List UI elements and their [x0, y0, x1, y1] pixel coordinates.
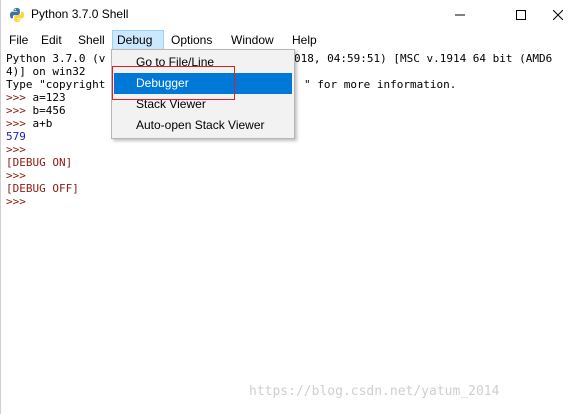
prompt: >>>	[6, 143, 26, 156]
menu-item-auto-open-stack-viewer[interactable]: Auto-open Stack Viewer	[114, 115, 292, 136]
debug-status: [DEBUG OFF]	[6, 182, 79, 195]
result-output: 579	[6, 130, 26, 143]
prompt: >>>	[6, 91, 33, 104]
banner-help-left: Type "copyright	[6, 78, 106, 91]
debug-status: [DEBUG ON]	[6, 156, 73, 169]
console-line: >>> a=123	[6, 91, 66, 104]
input-code: a=123	[32, 91, 66, 104]
banner-left: Python 3.7.0 (v	[6, 52, 106, 65]
maximize-icon	[516, 10, 526, 20]
menu-file[interactable]: File	[5, 30, 32, 50]
menu-shell[interactable]: Shell	[74, 30, 109, 50]
menu-edit[interactable]: Edit	[37, 30, 66, 50]
menu-help[interactable]: Help	[288, 30, 321, 50]
window-title: Python 3.7.0 Shell	[31, 7, 129, 21]
console-line: 018, 04:59:51) [MSC v.1914 64 bit (AMD6	[294, 52, 552, 65]
console-line: >>> a+b	[6, 117, 52, 130]
menu-debug[interactable]: Debug	[112, 30, 164, 50]
minimize-icon	[455, 10, 465, 20]
prompt: >>>	[6, 117, 33, 130]
watermark-url: https://blog.csdn.net/yatum_2014	[249, 384, 500, 399]
menu-window[interactable]: Window	[227, 30, 278, 50]
banner-help-right: " for more information.	[304, 78, 457, 91]
input-code: a+b	[32, 117, 53, 130]
input-code: b=456	[32, 104, 66, 117]
console-line: >>> b=456	[6, 104, 66, 117]
title-bar: Python 3.7.0 Shell	[1, 0, 580, 30]
python-icon	[9, 7, 25, 23]
menu-bar: File Edit Shell Debug Options Window Hel…	[1, 30, 580, 50]
close-icon	[553, 10, 563, 20]
console-line: 4)] on win32	[6, 65, 85, 78]
idle-shell-window: Python 3.7.0 Shell File Edit Shell Debug…	[0, 0, 580, 414]
banner-right: 018, 04:59:51) [MSC v.1914 64 bit (AMD6	[294, 52, 553, 65]
banner-platform: 4)] on win32	[6, 65, 86, 78]
annotation-highlight-box	[112, 66, 235, 100]
minimize-button[interactable]	[437, 0, 483, 30]
prompt: >>>	[6, 169, 26, 182]
close-button[interactable]	[535, 0, 580, 30]
prompt: >>>	[6, 195, 26, 208]
console-line: Python 3.7.0 (v	[6, 52, 105, 65]
console-line: " for more information.	[304, 78, 456, 91]
console-line: Type "copyright	[6, 78, 105, 91]
prompt: >>>	[6, 104, 33, 117]
menu-options[interactable]: Options	[167, 30, 216, 50]
